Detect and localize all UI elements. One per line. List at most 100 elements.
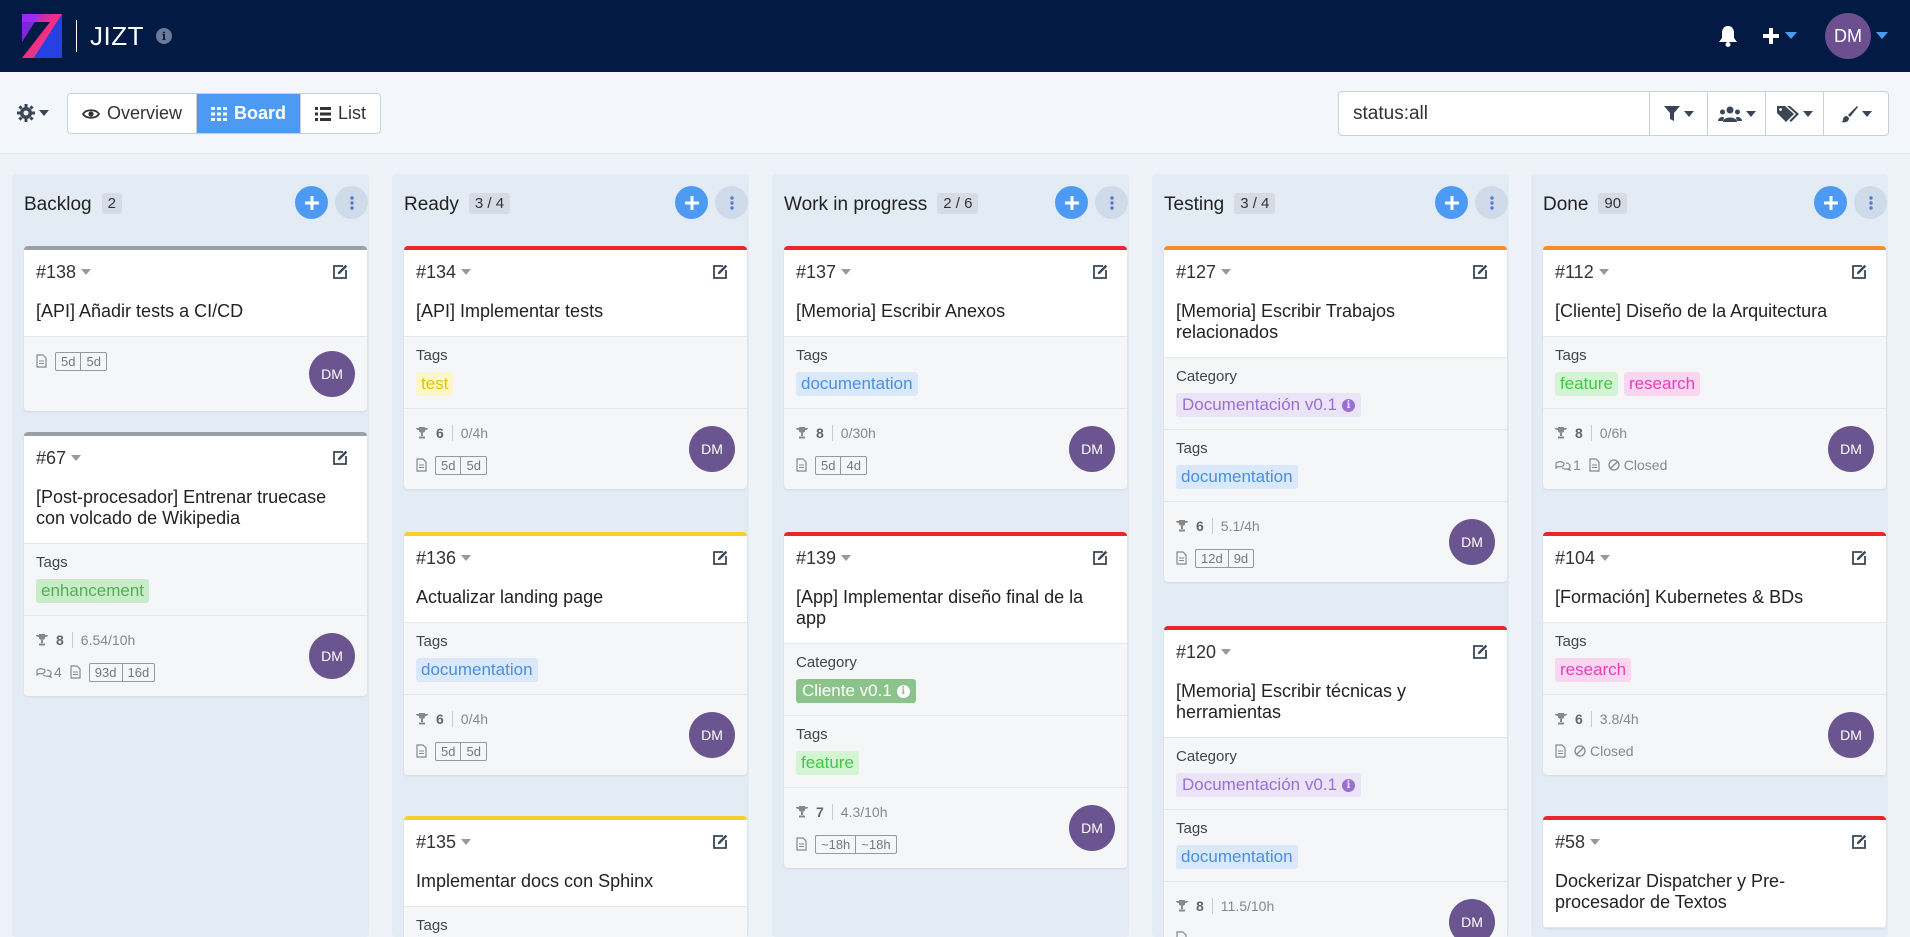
issue-title[interactable]: [App] Implementar diseño final de la app: [796, 587, 1115, 629]
edit-button[interactable]: [712, 550, 728, 566]
issue-id[interactable]: #138: [36, 262, 355, 282]
assignee-avatar[interactable]: DM: [309, 633, 355, 679]
assignee-filter-button[interactable]: [1708, 92, 1766, 135]
notifications-bell-icon[interactable]: [1718, 25, 1738, 47]
issue-number[interactable]: #134: [416, 262, 456, 283]
edit-button[interactable]: [1851, 264, 1867, 280]
filter-button[interactable]: [1650, 92, 1708, 135]
comments-count[interactable]: 4: [36, 664, 62, 680]
assignee-avatar[interactable]: DM: [689, 426, 735, 472]
issue-card[interactable]: #112 [Cliente] Diseño de la Arquitectura T…: [1543, 246, 1886, 489]
issue-card[interactable]: #135 Implementar docs con Sphinx Tags: [404, 816, 747, 937]
issue-id[interactable]: #120: [1176, 642, 1495, 662]
board-view-button[interactable]: Board: [197, 94, 302, 133]
caret-down-icon[interactable]: [81, 269, 92, 275]
category-badge[interactable]: Documentación v0.1 i: [1176, 773, 1361, 797]
edit-icon[interactable]: [1092, 550, 1108, 566]
issue-number[interactable]: #127: [1176, 262, 1216, 283]
caret-down-icon[interactable]: [1221, 649, 1232, 655]
caret-down-icon[interactable]: [1598, 269, 1609, 275]
column-options-button[interactable]: [715, 186, 748, 219]
edit-icon[interactable]: [1092, 264, 1108, 280]
edit-icon[interactable]: [712, 264, 728, 280]
issue-title[interactable]: Implementar docs con Sphinx: [416, 871, 735, 892]
assignee-avatar[interactable]: DM: [309, 351, 355, 397]
edit-icon[interactable]: [332, 264, 348, 280]
issue-id[interactable]: #112: [1555, 262, 1874, 282]
edit-button[interactable]: [332, 450, 348, 466]
issue-title[interactable]: [Formación] Kubernetes & BDs: [1555, 587, 1874, 608]
issue-card[interactable]: #67 [Post-procesador] Entrenar truecase c…: [24, 432, 367, 696]
tag-badge[interactable]: research: [1623, 372, 1701, 396]
comments-count[interactable]: 1: [1555, 457, 1581, 473]
issue-card[interactable]: #136 Actualizar landing page Tags documenta…: [404, 532, 747, 775]
settings-menu-button[interactable]: [17, 104, 49, 122]
tag-badge[interactable]: documentation: [416, 658, 538, 682]
issue-number[interactable]: #138: [36, 262, 76, 283]
edit-icon[interactable]: [1851, 550, 1867, 566]
column-options-button[interactable]: [335, 186, 368, 219]
edit-button[interactable]: [332, 264, 348, 280]
issue-number[interactable]: #112: [1555, 262, 1594, 283]
issue-number[interactable]: #135: [416, 832, 456, 853]
issue-title[interactable]: [Post-procesador] Entrenar truecase con …: [36, 487, 355, 529]
caret-down-icon[interactable]: [461, 839, 472, 845]
tag-badge[interactable]: feature: [796, 751, 859, 775]
caret-down-icon[interactable]: [461, 269, 472, 275]
issue-title[interactable]: [Memoria] Escribir técnicas y herramient…: [1176, 681, 1495, 723]
category-badge[interactable]: Cliente v0.1 i: [796, 679, 916, 703]
edit-icon[interactable]: [1472, 264, 1488, 280]
edit-icon[interactable]: [332, 450, 348, 466]
tag-badge[interactable]: research: [1555, 658, 1632, 682]
style-menu-button[interactable]: [1824, 92, 1888, 135]
issue-card[interactable]: #137 [Memoria] Escribir Anexos Tags documen…: [784, 246, 1127, 489]
issue-id[interactable]: #134: [416, 262, 735, 282]
issue-card[interactable]: #138 [API] Añadir tests a CI/CD 5d 5d DM: [24, 246, 367, 411]
issue-card[interactable]: #127 [Memoria] Escribir Trabajos relacion…: [1164, 246, 1507, 582]
issue-number[interactable]: #136: [416, 548, 456, 569]
tag-badge[interactable]: documentation: [1176, 465, 1298, 489]
search-input[interactable]: [1338, 91, 1650, 136]
issue-number[interactable]: #58: [1555, 832, 1585, 853]
tag-badge[interactable]: documentation: [796, 372, 918, 396]
issue-title[interactable]: [API] Implementar tests: [416, 301, 735, 322]
issue-card[interactable]: #134 [API] Implementar tests Tags test 6 0/4h…: [404, 246, 747, 489]
edit-button[interactable]: [1851, 550, 1867, 566]
app-title[interactable]: JIZT: [90, 21, 144, 52]
assignee-avatar[interactable]: DM: [689, 712, 735, 758]
issue-number[interactable]: #120: [1176, 642, 1216, 663]
column-options-button[interactable]: [1475, 186, 1508, 219]
issue-card[interactable]: #58 Dockerizar Dispatcher y Pre-procesado…: [1543, 816, 1886, 928]
caret-down-icon[interactable]: [1221, 269, 1232, 275]
issue-title[interactable]: Actualizar landing page: [416, 587, 735, 608]
add-card-button[interactable]: [1435, 186, 1468, 219]
caret-down-icon[interactable]: [71, 455, 82, 461]
user-avatar[interactable]: DM: [1825, 13, 1871, 59]
issue-number[interactable]: #139: [796, 548, 836, 569]
jizt-logo[interactable]: [20, 12, 64, 60]
create-menu-button[interactable]: [1762, 27, 1797, 45]
tag-badge[interactable]: test: [416, 372, 454, 396]
assignee-avatar[interactable]: DM: [1069, 426, 1115, 472]
issue-title[interactable]: Dockerizar Dispatcher y Pre-procesador d…: [1555, 871, 1874, 913]
issue-card[interactable]: #139 [App] Implementar diseño final de la…: [784, 532, 1127, 868]
issue-number[interactable]: #104: [1555, 548, 1595, 569]
issue-card[interactable]: #104 [Formación] Kubernetes & BDs Tags rese…: [1543, 532, 1886, 775]
issue-id[interactable]: #67: [36, 448, 355, 468]
issue-title[interactable]: [Memoria] Escribir Anexos: [796, 301, 1115, 322]
issue-number[interactable]: #137: [796, 262, 836, 283]
edit-button[interactable]: [1472, 264, 1488, 280]
add-card-button[interactable]: [675, 186, 708, 219]
issue-id[interactable]: #58: [1555, 832, 1874, 852]
issue-id[interactable]: #136: [416, 548, 735, 568]
caret-down-icon[interactable]: [841, 555, 852, 561]
issue-title[interactable]: [API] Añadir tests a CI/CD: [36, 301, 355, 322]
issue-id[interactable]: #127: [1176, 262, 1495, 282]
edit-icon[interactable]: [712, 550, 728, 566]
assignee-avatar[interactable]: DM: [1449, 899, 1495, 937]
edit-button[interactable]: [1092, 550, 1108, 566]
column-options-button[interactable]: [1095, 186, 1128, 219]
issue-id[interactable]: #104: [1555, 548, 1874, 568]
add-card-button[interactable]: [1055, 186, 1088, 219]
issue-title[interactable]: [Cliente] Diseño de la Arquitectura: [1555, 301, 1874, 322]
